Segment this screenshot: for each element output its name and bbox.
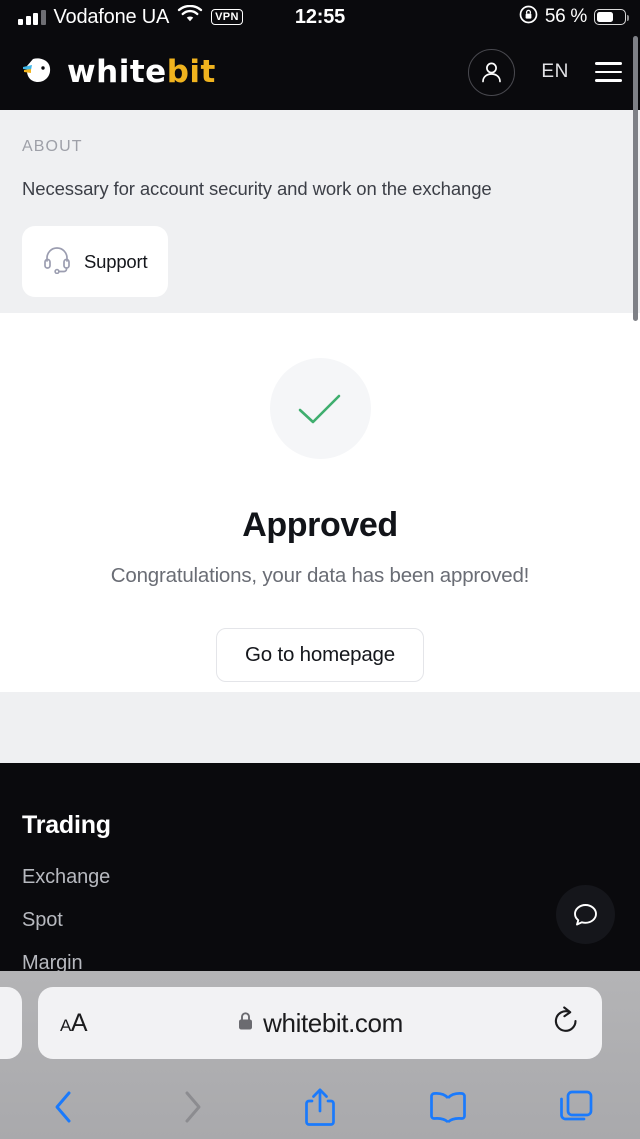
support-button[interactable]: Support [22,226,168,297]
cellular-signal-icon [18,9,46,25]
adjacent-tab-peek[interactable] [0,987,22,1059]
bookmarks-book-icon[interactable] [384,1090,512,1124]
vpn-badge: VPN [211,8,243,26]
safari-browser-screen: Vodafone UA VPN 12:55 56 % whitebit EN A… [0,0,640,1139]
footer-link-list: Exchange Spot Margin [22,866,618,975]
forward-chevron-icon [128,1087,256,1127]
language-selector[interactable]: EN [541,61,569,83]
lock-icon [237,1011,254,1036]
hamburger-menu-icon[interactable] [595,62,622,82]
page-title: Approved [242,506,398,544]
wifi-icon [177,4,203,29]
support-label: Support [84,250,148,272]
safari-toolbar [0,1075,640,1139]
section-spacer [0,692,640,763]
address-bar[interactable]: AA whitebit.com [38,987,602,1059]
logo-text-white: white [67,54,167,90]
about-description: Necessary for account security and work … [22,178,492,199]
about-section: ABOUT Necessary for account security and… [0,110,640,313]
text-size-small-a: A [60,1015,71,1035]
text-size-big-a: A [70,1008,88,1037]
user-account-icon[interactable] [468,48,516,96]
battery-icon [594,9,630,25]
chat-bubble-icon[interactable] [556,885,615,944]
tabs-icon[interactable] [512,1088,640,1126]
back-chevron-icon[interactable] [0,1087,128,1127]
page-scrollbar[interactable] [632,36,638,321]
result-subtitle: Congratulations, your data has been appr… [110,564,530,587]
carrier-name: Vodafone UA [53,5,170,28]
logo-wordmark: whitebit [67,54,216,90]
whitebit-whale-logo-icon [22,55,58,90]
url-text: whitebit.com [263,1007,403,1038]
rotation-lock-icon [519,5,538,29]
site-header: whitebit EN [0,34,640,110]
status-bar-right: 56 % [519,5,640,29]
headset-icon [42,244,72,279]
ios-status-bar: Vodafone UA VPN 12:55 56 % [0,0,640,34]
site-footer: Trading Exchange Spot Margin [0,763,640,974]
whitebit-logo[interactable]: whitebit [22,54,216,90]
check-mark-icon [269,358,371,459]
footer-heading-trading: Trading [22,811,111,839]
logo-text-accent: bit [166,54,216,90]
address-bar-content: whitebit.com [38,1008,602,1039]
approval-result-panel: Approved Congratulations, your data has … [0,313,640,692]
safari-bottom-bar: AA whitebit.com [0,971,640,1139]
battery-percent: 56 % [544,6,587,27]
header-actions: EN [468,48,622,96]
share-icon[interactable] [256,1086,384,1128]
footer-link-exchange[interactable]: Exchange [22,866,618,889]
go-to-homepage-button[interactable]: Go to homepage [216,628,424,682]
footer-link-spot[interactable]: Spot [22,909,618,932]
reload-icon[interactable] [552,1005,580,1041]
text-size-button[interactable]: AA [60,1008,88,1038]
status-bar-left: Vodafone UA VPN [0,4,243,29]
about-label: ABOUT [22,138,83,155]
